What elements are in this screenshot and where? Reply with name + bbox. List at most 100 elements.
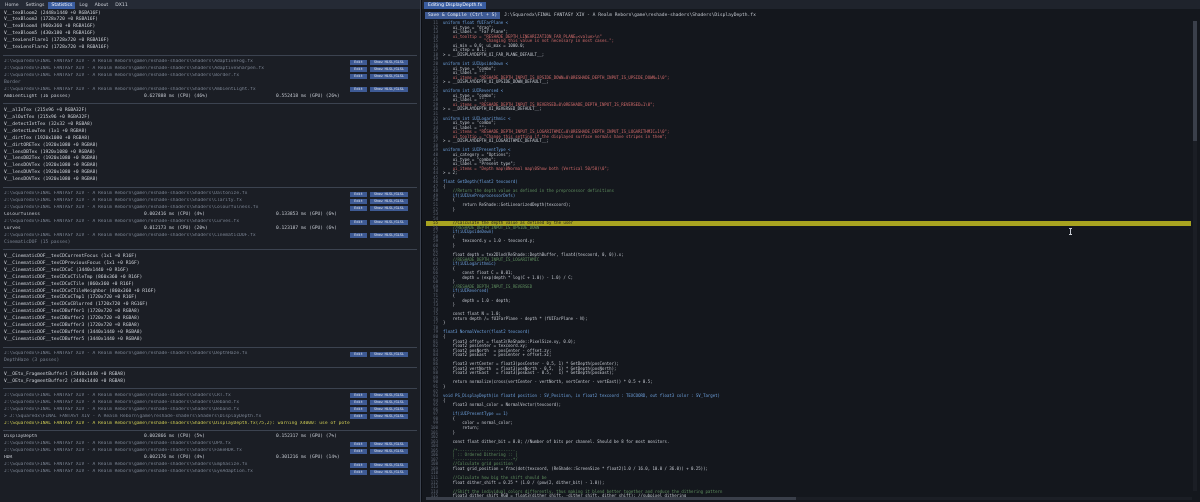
edit-button[interactable]: Edit <box>350 469 367 475</box>
effect-file-row[interactable]: J:\Squaredx\FINAL FANTASY XIV - A Realm … <box>4 59 417 66</box>
edit-button[interactable]: Edit <box>350 393 367 399</box>
edit-button[interactable]: Edit <box>350 441 367 447</box>
show-hlsl-button[interactable]: Show HLSL/GLSL <box>370 66 408 72</box>
edit-button[interactable]: Edit <box>350 59 367 65</box>
effect-timing-row: Colourfulness 0.002416 ms (CPU) (4%) 0.133… <box>4 212 417 219</box>
show-hlsl-button[interactable]: Show HLSL/GLSL <box>370 198 408 204</box>
texture-name: V__lensDB2Tex (1920x1080 +0 RGBA8) <box>4 156 99 162</box>
effect-file-row[interactable]: J:\Squaredx\FINAL FANTASY XIV - A Realm … <box>4 441 417 448</box>
show-hlsl-button[interactable]: Show HLSL/GLSL <box>370 219 408 225</box>
tab-statistics[interactable]: Statistics <box>48 2 76 9</box>
edit-button[interactable]: Edit <box>350 233 367 239</box>
effect-file-row[interactable]: J:\Squaredx\FINAL FANTASY XIV - A Realm … <box>4 219 417 226</box>
effect-file-path: J:\Squaredx\FINAL FANTASY XIV - A Realm … <box>4 392 231 398</box>
texture-name: V__CinematicDOF__texCDPreviousFocus (1x1… <box>4 260 140 266</box>
code-text: } <box>443 429 456 435</box>
tab-dx11[interactable]: DX11 <box>112 2 131 9</box>
code-text: } <box>443 384 446 389</box>
tab-settings[interactable]: Settings <box>23 2 48 9</box>
tab-log[interactable]: Log <box>76 2 90 9</box>
show-hlsl-button[interactable]: Show HLSL/GLSL <box>370 205 408 211</box>
vertical-scroll-thumb[interactable] <box>1193 21 1197 141</box>
tab-editing-file[interactable]: Editing DisplayDepth.fx <box>424 2 487 9</box>
edit-button[interactable]: Edit <box>350 191 367 197</box>
effect-file-row[interactable]: J:\Squaredx\FINAL FANTASY XIV - A Realm … <box>4 406 417 413</box>
effect-file-row[interactable]: J:\Squaredx\FINAL FANTASY XIV - A Realm … <box>4 191 417 198</box>
technique-name: CinematicDOF (15 passes) <box>4 239 71 245</box>
effect-file-row[interactable]: J:\Squaredx\FINAL FANTASY XIV - A Realm … <box>4 232 417 239</box>
edit-button[interactable]: Edit <box>350 400 367 406</box>
show-hlsl-button[interactable]: Show HLSL/GLSL <box>370 73 408 79</box>
edit-button[interactable]: Edit <box>350 219 367 225</box>
separator <box>3 103 417 105</box>
horizontal-scrollbar[interactable] <box>426 497 1192 500</box>
edit-button[interactable]: Edit <box>350 73 367 79</box>
code-text: float dither_shift = 0.25 * (1.0 / (pow(… <box>443 479 605 485</box>
separator <box>3 186 417 188</box>
effect-file-row[interactable]: J:\Squaredx\FINAL FANTASY XIV - A Realm … <box>4 205 417 212</box>
texture-name: V__CinematicDOF__texCDBuffer4 (3440x1440… <box>4 330 143 336</box>
effect-file-row[interactable]: J:\Squaredx\FINAL FANTASY XIV - A Realm … <box>4 66 417 73</box>
code-text: float3 normal_color = NormalVector(texco… <box>443 402 562 408</box>
texture-row: V__CinematicDOF__texCDBuffer3 (1720x720 … <box>4 323 417 330</box>
separator <box>3 346 417 348</box>
edit-button[interactable]: Edit <box>350 205 367 211</box>
statistics-list[interactable]: V__texBloom2 (2448x1440 +0 RGBA16F) V__te… <box>0 10 420 502</box>
tab-about[interactable]: About <box>92 2 112 9</box>
show-hlsl-button[interactable]: Show HLSL/GLSL <box>370 462 408 468</box>
edit-button[interactable]: Edit <box>350 198 367 204</box>
texture-row: V__CinematicDOF__texCDPreviousFocus (1x1… <box>4 260 417 267</box>
edit-button[interactable]: Edit <box>350 407 367 413</box>
cpu-time: 0.002176 ms (CPU) (4%) <box>144 455 205 461</box>
show-hlsl-button[interactable]: Show HLSL/GLSL <box>370 441 408 447</box>
show-hlsl-button[interactable]: Show HLSL/GLSL <box>370 414 408 420</box>
effect-file-row[interactable]: J:\Squaredx\FINAL FANTASY XIV - A Realm … <box>4 469 417 476</box>
texture-row: V__CinematicDOF__texCDBuffer1 (1720x720 … <box>4 309 417 316</box>
effect-file-row[interactable]: > J:\Squaredx\FINAL FANTASY XIV - A Real… <box>4 413 417 420</box>
show-hlsl-button[interactable]: Show HLSL/GLSL <box>370 448 408 454</box>
texture-row: V__CinematicDOF__texCDBuffer5 (3440x1440… <box>4 337 417 344</box>
show-hlsl-button[interactable]: Show HLSL/GLSL <box>370 87 408 93</box>
gpu-time: 0.552418 ms (GPU) (26%) <box>276 93 340 99</box>
show-hlsl-button[interactable]: Show HLSL/GLSL <box>370 191 408 197</box>
texture-name: V__dirtTex (1920x1080 +0 RGBA8) <box>4 135 90 141</box>
edit-button[interactable]: Edit <box>350 66 367 72</box>
effect-file-path: J:\Squaredx\FINAL FANTASY XIV - A Realm … <box>4 66 264 72</box>
effect-timing-row: DisplayDepth 0.002866 ms (CPU) (5%) 0.1523… <box>4 434 417 441</box>
effect-file-row[interactable]: J:\Squaredx\FINAL FANTASY XIV - A Realm … <box>4 448 417 455</box>
texture-row: V__CinematicDOF__texCDCoCTmp1 (1720x720 … <box>4 295 417 302</box>
effect-file-row[interactable]: J:\Squaredx\FINAL FANTASY XIV - A Realm … <box>4 399 417 406</box>
edit-button[interactable]: Edit <box>350 414 367 420</box>
show-hlsl-button[interactable]: Show HLSL/GLSL <box>370 59 408 65</box>
show-hlsl-button[interactable]: Show HLSL/GLSL <box>370 393 408 399</box>
show-hlsl-button[interactable]: Show HLSL/GLSL <box>370 469 408 475</box>
tab-home[interactable]: Home <box>2 2 22 9</box>
effect-file-row[interactable]: J:\Squaredx\FINAL FANTASY XIV - A Realm … <box>4 351 417 358</box>
effect-file-row[interactable]: J:\Squaredx\FINAL FANTASY XIV - A Realm … <box>4 198 417 205</box>
effect-file-row[interactable]: J:\Squaredx\FINAL FANTASY XIV - A Realm … <box>4 86 417 93</box>
edit-button[interactable]: Edit <box>350 87 367 93</box>
show-hlsl-button[interactable]: Show HLSL/GLSL <box>370 400 408 406</box>
effect-file-path: J:\Squaredx\FINAL FANTASY XIV - A Realm … <box>4 86 256 92</box>
effect-file-row[interactable]: J:\Squaredx\FINAL FANTASY XIV - A Realm … <box>4 73 417 80</box>
technique-label: CinematicDOF (15 passes) <box>4 239 417 246</box>
cpu-time: 0.627888 ms (CPU) (46%) <box>144 93 208 99</box>
horizontal-scroll-thumb[interactable] <box>426 497 796 500</box>
effect-file-row[interactable]: J:\Squaredx\FINAL FANTASY XIV - A Realm … <box>4 392 417 399</box>
edit-button[interactable]: Edit <box>350 462 367 468</box>
save-compile-button[interactable]: Save & Compile (Ctrl + S) <box>425 12 501 19</box>
effect-file-path: J:\Squaredx\FINAL FANTASY XIV - A Realm … <box>4 441 231 447</box>
edit-button[interactable]: Edit <box>350 351 367 357</box>
texture-row: V__CinematicDOF__texCDCoCBlurred (1720x7… <box>4 302 417 309</box>
editor-toolbar: Save & Compile (Ctrl + S) J:\Squaredx\FI… <box>425 12 756 19</box>
texture-row: V__detectIntTex (32x32 +0 RGBA8) <box>4 121 417 128</box>
code-text: depth = (exp(depth * log(C + 1.0)) - 1.0… <box>443 274 574 280</box>
show-hlsl-button[interactable]: Show HLSL/GLSL <box>370 351 408 357</box>
effect-file-row[interactable]: J:\Squaredx\FINAL FANTASY XIV - A Realm … <box>4 462 417 469</box>
edit-button[interactable]: Edit <box>350 448 367 454</box>
show-hlsl-button[interactable]: Show HLSL/GLSL <box>370 233 408 239</box>
code-text-area[interactable]: 11 uniform float fUIFarPlane <12 ui_type … <box>426 20 1191 498</box>
vertical-scrollbar[interactable] <box>1193 21 1197 491</box>
show-hlsl-button[interactable]: Show HLSL/GLSL <box>370 407 408 413</box>
texture-name: V__detectLowTex (1x1 +0 RGBA8) <box>4 128 87 134</box>
